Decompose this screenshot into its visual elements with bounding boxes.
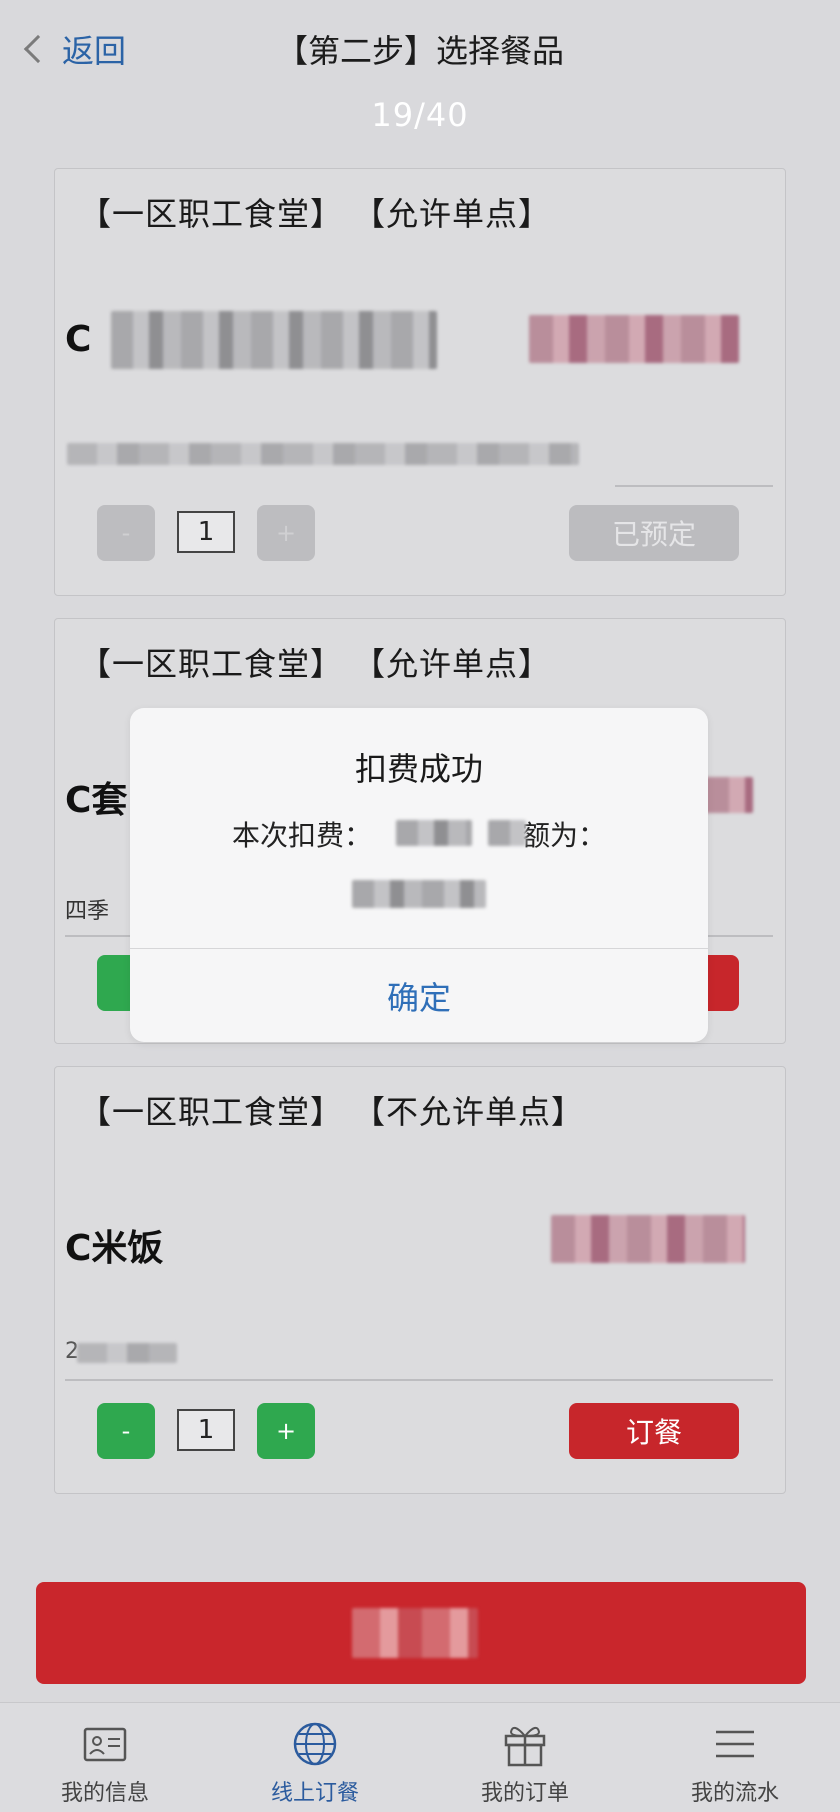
increase-button[interactable]: +	[257, 1403, 315, 1459]
card-divider	[65, 1379, 773, 1381]
dish-name: C套	[65, 780, 128, 821]
payment-success-dialog: 扣费成功 本次扣费： 额为： 确定	[130, 708, 708, 1042]
globe-icon	[290, 1719, 340, 1769]
tab-label: 我的信息	[60, 1781, 149, 1806]
redacted-description	[77, 1343, 177, 1363]
card-header: 【一区职工食堂】 【不允许单点】	[79, 1087, 610, 1133]
card-header: 【一区职工食堂】 【允许单点】	[79, 189, 577, 235]
menu-icon	[710, 1719, 760, 1769]
id-card-icon	[80, 1719, 130, 1769]
dish-note: 四季	[65, 899, 110, 924]
message-suffix: 额为：	[522, 819, 607, 852]
increase-button[interactable]: +	[257, 505, 315, 561]
page-counter: 19/40	[371, 96, 469, 134]
submit-button[interactable]	[36, 1582, 806, 1684]
redacted-description	[67, 443, 579, 465]
decrease-button[interactable]: -	[97, 505, 155, 561]
dish-name: C	[65, 319, 92, 360]
tab-my-orders[interactable]: 我的订单	[420, 1703, 630, 1812]
card-divider	[615, 485, 773, 487]
order-button[interactable]: 订餐	[569, 1403, 739, 1459]
redacted-balance	[352, 880, 486, 908]
canteen-label: 【一区职工食堂】	[79, 195, 344, 233]
redacted-submit-label	[352, 1608, 478, 1658]
reserved-button[interactable]: 已预定	[569, 505, 739, 561]
canteen-label: 【一区职工食堂】	[79, 1093, 344, 1131]
decrease-button[interactable]: -	[97, 1403, 155, 1459]
card-header: 【一区职工食堂】 【允许单点】	[79, 639, 577, 685]
tab-my-info[interactable]: 我的信息	[0, 1703, 210, 1812]
tab-label: 我的订单	[480, 1781, 569, 1806]
policy-label: 【允许单点】	[369, 195, 552, 233]
redacted-price	[529, 315, 739, 363]
top-navigation-bar: 返回 【第二步】选择餐品	[0, 0, 840, 95]
tab-online-order[interactable]: 线上订餐	[210, 1703, 420, 1812]
tab-my-transactions[interactable]: 我的流水	[630, 1703, 840, 1812]
message-prefix: 本次扣费：	[231, 819, 372, 852]
redacted-price	[705, 777, 753, 813]
tab-label: 我的流水	[690, 1781, 779, 1806]
policy-label: 【不允许单点】	[369, 1093, 585, 1131]
quantity-field[interactable]: 1	[177, 1409, 235, 1451]
policy-label: 【允许单点】	[369, 645, 552, 683]
redacted-price	[551, 1215, 745, 1263]
dish-name: C米饭	[65, 1228, 164, 1269]
meal-card: 【一区职工食堂】 【不允许单点】 C米饭 2 - 1 + 订餐	[54, 1066, 786, 1494]
redacted-amount	[396, 820, 472, 846]
canteen-label: 【一区职工食堂】	[79, 645, 344, 683]
quantity-field[interactable]: 1	[177, 511, 235, 553]
redacted-balance-label	[488, 820, 526, 846]
bottom-tab-bar: 我的信息 线上订餐 我的订单 我的流水	[0, 1702, 840, 1812]
meal-card: 【一区职工食堂】 【允许单点】 C - 1 + 已预定	[54, 168, 786, 596]
gift-icon	[500, 1719, 550, 1769]
page-title: 【第二步】选择餐品	[275, 32, 564, 70]
confirm-button[interactable]: 确定	[130, 949, 708, 1042]
redacted-dish-name	[111, 311, 437, 369]
dialog-title: 扣费成功	[354, 750, 483, 788]
tab-label: 线上订餐	[270, 1781, 359, 1806]
